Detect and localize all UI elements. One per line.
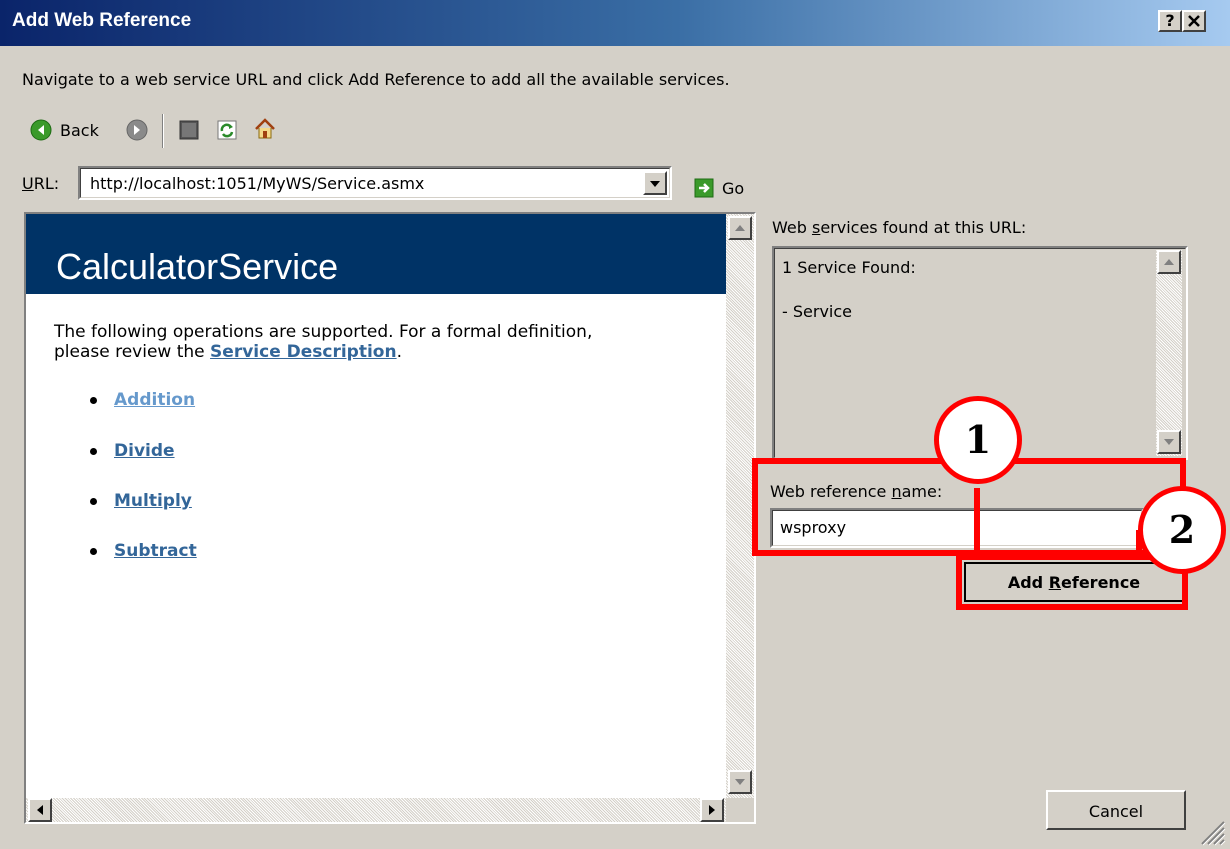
close-icon [1188,15,1200,27]
back-label: Back [60,121,99,140]
chevron-left-icon [37,805,43,815]
stop-icon[interactable] [178,119,200,141]
close-button[interactable] [1182,10,1206,32]
chevron-up-icon [735,225,745,231]
url-label: URL: [22,174,60,193]
service-item: - Service [782,302,852,321]
cancel-label: Cancel [1088,802,1144,821]
service-title: CalculatorService [56,246,339,287]
operation-link-addition[interactable]: Addition [114,390,195,410]
go-icon [694,178,714,198]
back-icon [30,119,52,141]
services-scrollbar[interactable] [1156,250,1182,456]
help-button[interactable]: ? [1158,10,1182,32]
operation-link-subtract[interactable]: Subtract [114,541,197,561]
title-bar: Add Web Reference ? [0,0,1230,46]
bullet [90,397,97,404]
services-found-count: 1 Service Found: [782,258,916,277]
url-combobox[interactable]: http://localhost:1051/MyWS/Service.asmx [78,166,672,200]
go-button[interactable]: Go [694,176,764,200]
chevron-right-icon [709,805,715,815]
bullet [90,498,97,505]
browser-vertical-scrollbar[interactable] [726,214,754,798]
scroll-right-button[interactable] [700,798,724,822]
browser-pane: CalculatorService The following operatio… [24,212,756,824]
instruction-text: Navigate to a web service URL and click … [22,70,730,89]
refresh-icon[interactable] [216,119,238,141]
services-scroll-down-button[interactable] [1157,430,1181,454]
chevron-down-icon [1164,439,1174,445]
operation-link-multiply[interactable]: Multiply [114,491,192,511]
service-header: CalculatorService [26,214,726,294]
scrollbar-corner [726,798,754,822]
home-icon[interactable] [254,118,276,140]
url-dropdown-button[interactable] [643,171,667,195]
cancel-button[interactable]: Cancel [1046,790,1186,830]
bullet [90,548,97,555]
annotation-line-1 [974,488,980,556]
services-scroll-up-button[interactable] [1157,250,1181,274]
chevron-down-icon [735,779,745,785]
browser-content: CalculatorService The following operatio… [26,214,754,822]
chevron-up-icon [1164,259,1174,265]
browser-horizontal-scrollbar[interactable] [26,798,726,822]
operation-link-divide[interactable]: Divide [114,441,175,461]
chevron-down-icon [650,181,660,187]
forward-icon[interactable] [126,119,148,141]
scroll-down-button[interactable] [728,770,752,794]
toolbar-separator [162,114,164,148]
scroll-up-button[interactable] [728,216,752,240]
resize-grip-icon[interactable] [1198,818,1226,846]
url-input[interactable]: http://localhost:1051/MyWS/Service.asmx [90,174,424,193]
intro-line-1: The following operations are supported. … [54,322,593,342]
window-title: Add Web Reference [12,10,192,31]
go-label: Go [722,179,745,198]
annotation-callout-2: 2 [1138,486,1226,574]
back-button[interactable]: Back [26,116,116,144]
toolbar: Back [26,114,286,148]
intro-line-2: please review the Service Description. [54,342,402,362]
services-found-label: Web services found at this URL: [772,218,1027,237]
annotation-callout-1: 1 [934,396,1022,484]
scroll-left-button[interactable] [28,798,52,822]
bullet [90,448,97,455]
service-description-link[interactable]: Service Description [210,342,397,362]
